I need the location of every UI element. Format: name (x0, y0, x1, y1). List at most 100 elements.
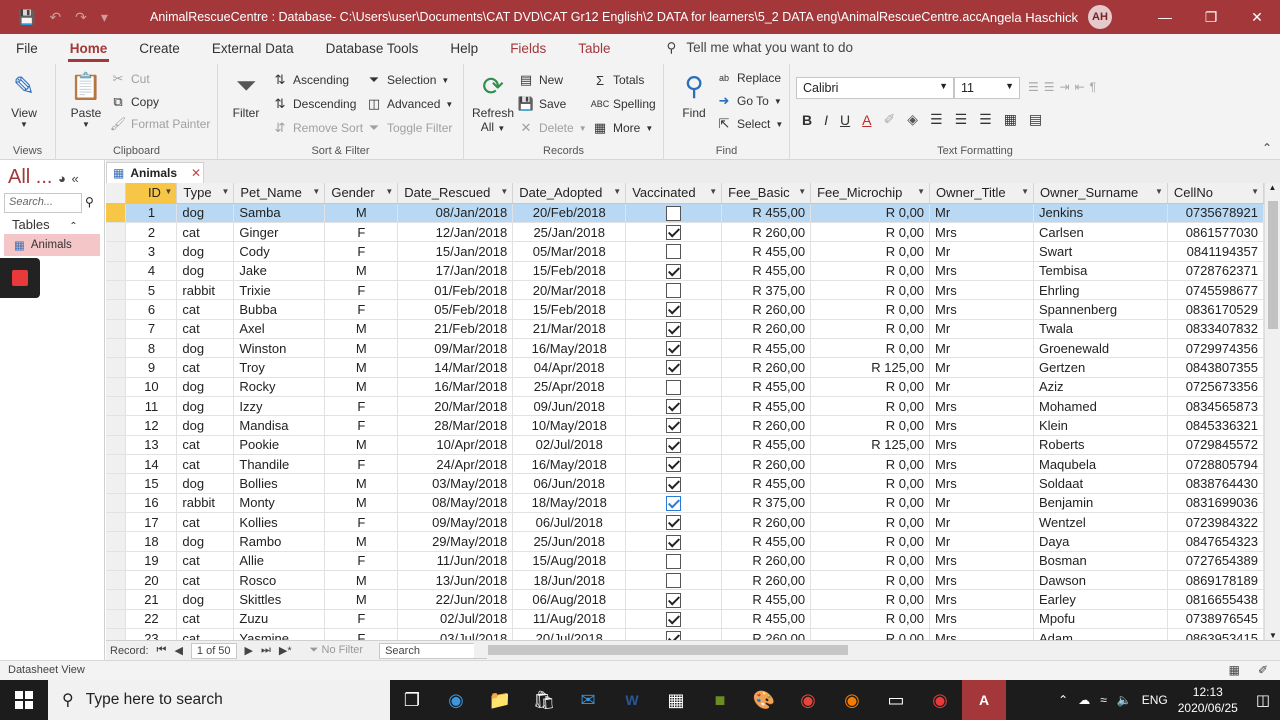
cell-type[interactable]: cat (176, 454, 235, 475)
cell-vaccinated[interactable] (625, 241, 723, 262)
cell-cellno[interactable]: 0861577030 (1167, 222, 1264, 243)
cell-type[interactable]: dog (176, 377, 235, 397)
cell-date-adopted[interactable]: 20/Jul/2018 (512, 628, 627, 640)
cell-date-rescued[interactable]: 10/Apr/2018 (397, 435, 514, 455)
row-selector[interactable] (106, 589, 127, 610)
cell-date-adopted[interactable]: 02/Jul/2018 (512, 435, 627, 455)
cell-date-adopted[interactable]: 20/Feb/2018 (512, 203, 627, 223)
cell-cellno[interactable]: 0838764430 (1167, 473, 1264, 494)
cell-vaccinated[interactable] (625, 493, 723, 514)
column-dropdown-icon[interactable]: ▼ (1251, 187, 1259, 196)
row-selector[interactable] (106, 473, 127, 494)
cell-id[interactable]: 4 (125, 261, 178, 281)
cell-date-adopted[interactable]: 18/May/2018 (512, 493, 627, 514)
column-dropdown-icon[interactable]: ▼ (221, 187, 229, 196)
cell-gender[interactable]: F (324, 454, 399, 475)
cell-gender[interactable]: F (324, 396, 399, 417)
cell-fee-microchip[interactable]: R 0,00 (810, 512, 931, 533)
cell-gender[interactable]: M (324, 493, 399, 514)
scroll-up-icon[interactable]: ▲ (1265, 183, 1280, 192)
cell-owner-surname[interactable]: Swart (1033, 241, 1168, 262)
cell-vaccinated[interactable] (625, 261, 723, 281)
cell-owner-title[interactable]: Mrs (929, 435, 1034, 455)
cell-date-rescued[interactable]: 14/Mar/2018 (397, 357, 514, 378)
cell-pet-name[interactable]: Bubba (233, 299, 326, 320)
cell-owner-surname[interactable]: Wentzel (1033, 512, 1168, 533)
cell-date-rescued[interactable]: 03/Jul/2018 (397, 628, 514, 640)
cell-date-rescued[interactable]: 03/May/2018 (397, 473, 514, 494)
cell-fee-microchip[interactable]: R 0,00 (810, 261, 931, 281)
cell-date-rescued[interactable]: 22/Jun/2018 (397, 589, 514, 610)
table-row[interactable]: 3 dog Cody F 15/Jan/2018 05/Mar/2018 R 455,00 R… (106, 241, 1264, 262)
column-header-owner-title[interactable]: Owner_Title ▼ (929, 183, 1034, 204)
align-left-icon[interactable]: ☰ (930, 111, 943, 128)
row-selector[interactable] (106, 493, 127, 514)
cell-gender[interactable]: M (324, 261, 399, 281)
gridlines-icon[interactable]: ▦ (1004, 111, 1017, 128)
table-row[interactable]: 5 rabbit Trixie F 01/Feb/2018 20/Mar/2018 R 37… (106, 280, 1264, 301)
cell-date-adopted[interactable]: 15/Feb/2018 (512, 299, 627, 320)
cell-fee-microchip[interactable]: R 125,00 (810, 357, 931, 378)
cell-id[interactable]: 2 (125, 222, 178, 243)
row-selector[interactable] (106, 551, 127, 572)
cell-vaccinated[interactable] (625, 357, 723, 378)
cell-cellno[interactable]: 0723984322 (1167, 512, 1264, 533)
column-dropdown-icon[interactable]: ▼ (1021, 187, 1029, 196)
advanced-button[interactable]: ◫ Advanced ▼ (366, 96, 453, 112)
cell-gender[interactable]: M (324, 203, 399, 223)
column-header-fee-basic[interactable]: Fee_Basic ▼ (721, 183, 812, 204)
cell-cellno[interactable]: 0836170529 (1167, 299, 1264, 320)
cell-gender[interactable]: F (324, 512, 399, 533)
cell-gender[interactable]: F (324, 222, 399, 243)
close-tab-icon[interactable]: ✕ (191, 166, 201, 180)
cell-owner-title[interactable]: Mrs (929, 280, 1034, 301)
cell-type[interactable]: dog (176, 396, 235, 417)
table-row[interactable]: 6 cat Bubba F 05/Feb/2018 15/Feb/2018 R 260,00… (106, 299, 1264, 320)
cell-date-adopted[interactable]: 20/Mar/2018 (512, 280, 627, 301)
cell-owner-title[interactable]: Mrs (929, 473, 1034, 494)
table-row[interactable]: 2 cat Ginger F 12/Jan/2018 25/Jan/2018 R 260,0… (106, 222, 1264, 243)
cell-fee-microchip[interactable]: R 0,00 (810, 241, 931, 262)
cell-cellno[interactable]: 0845336321 (1167, 415, 1264, 436)
cell-type[interactable]: dog (176, 338, 235, 359)
background-color-icon[interactable]: ◈ (907, 111, 918, 128)
vaccinated-checkbox[interactable] (666, 225, 682, 241)
remote-desktop-icon[interactable]: ▭ (874, 680, 918, 720)
previous-record-icon[interactable]: ◀ (174, 644, 182, 657)
cell-pet-name[interactable]: Trixie (233, 280, 326, 301)
customize-toolbar-icon[interactable]: ▾ (101, 9, 108, 26)
cell-gender[interactable]: M (324, 319, 399, 339)
cell-type[interactable]: dog (176, 415, 235, 436)
start-button[interactable] (0, 680, 48, 720)
cell-fee-basic[interactable]: R 260,00 (721, 299, 812, 320)
cell-vaccinated[interactable] (625, 203, 723, 223)
row-selector[interactable] (106, 357, 127, 378)
refresh-all-button[interactable]: ⟳ Refresh All ▼ (472, 70, 514, 135)
collapse-pane-icon[interactable]: « (71, 171, 78, 186)
cell-owner-surname[interactable]: Adam (1033, 628, 1168, 640)
cell-cellno[interactable]: 0843807355 (1167, 357, 1264, 378)
table-row[interactable]: 7 cat Axel M 21/Feb/2018 21/Mar/2018 R 260,00 R… (106, 319, 1264, 339)
cell-id[interactable]: 16 (125, 493, 178, 514)
table-row[interactable]: 9 cat Troy M 14/Mar/2018 04/Apr/2018 R 260,00 R… (106, 357, 1264, 378)
cell-owner-surname[interactable]: Bosman (1033, 551, 1168, 572)
vaccinated-checkbox[interactable] (666, 495, 682, 511)
row-selector[interactable] (106, 531, 127, 552)
cell-fee-microchip[interactable]: R 0,00 (810, 551, 931, 572)
undo-icon[interactable]: ↶ (49, 9, 61, 26)
cell-date-adopted[interactable]: 15/Feb/2018 (512, 261, 627, 281)
cell-pet-name[interactable]: Rocky (233, 377, 326, 397)
calculator-icon[interactable]: ▦ (654, 680, 698, 720)
cell-owner-title[interactable]: Mrs (929, 396, 1034, 417)
cell-pet-name[interactable]: Bollies (233, 473, 326, 494)
cell-fee-microchip[interactable]: R 0,00 (810, 222, 931, 243)
cell-owner-surname[interactable]: Klein (1033, 415, 1168, 436)
row-selector[interactable] (106, 570, 127, 591)
vaccinated-checkbox[interactable] (666, 399, 682, 415)
cell-cellno[interactable]: 0725673356 (1167, 377, 1264, 397)
row-selector[interactable] (106, 319, 127, 339)
minecraft-icon[interactable]: ■ (698, 680, 742, 720)
cell-fee-microchip[interactable]: R 0,00 (810, 473, 931, 494)
cell-gender[interactable]: M (324, 473, 399, 494)
vaccinated-checkbox[interactable] (666, 205, 682, 221)
